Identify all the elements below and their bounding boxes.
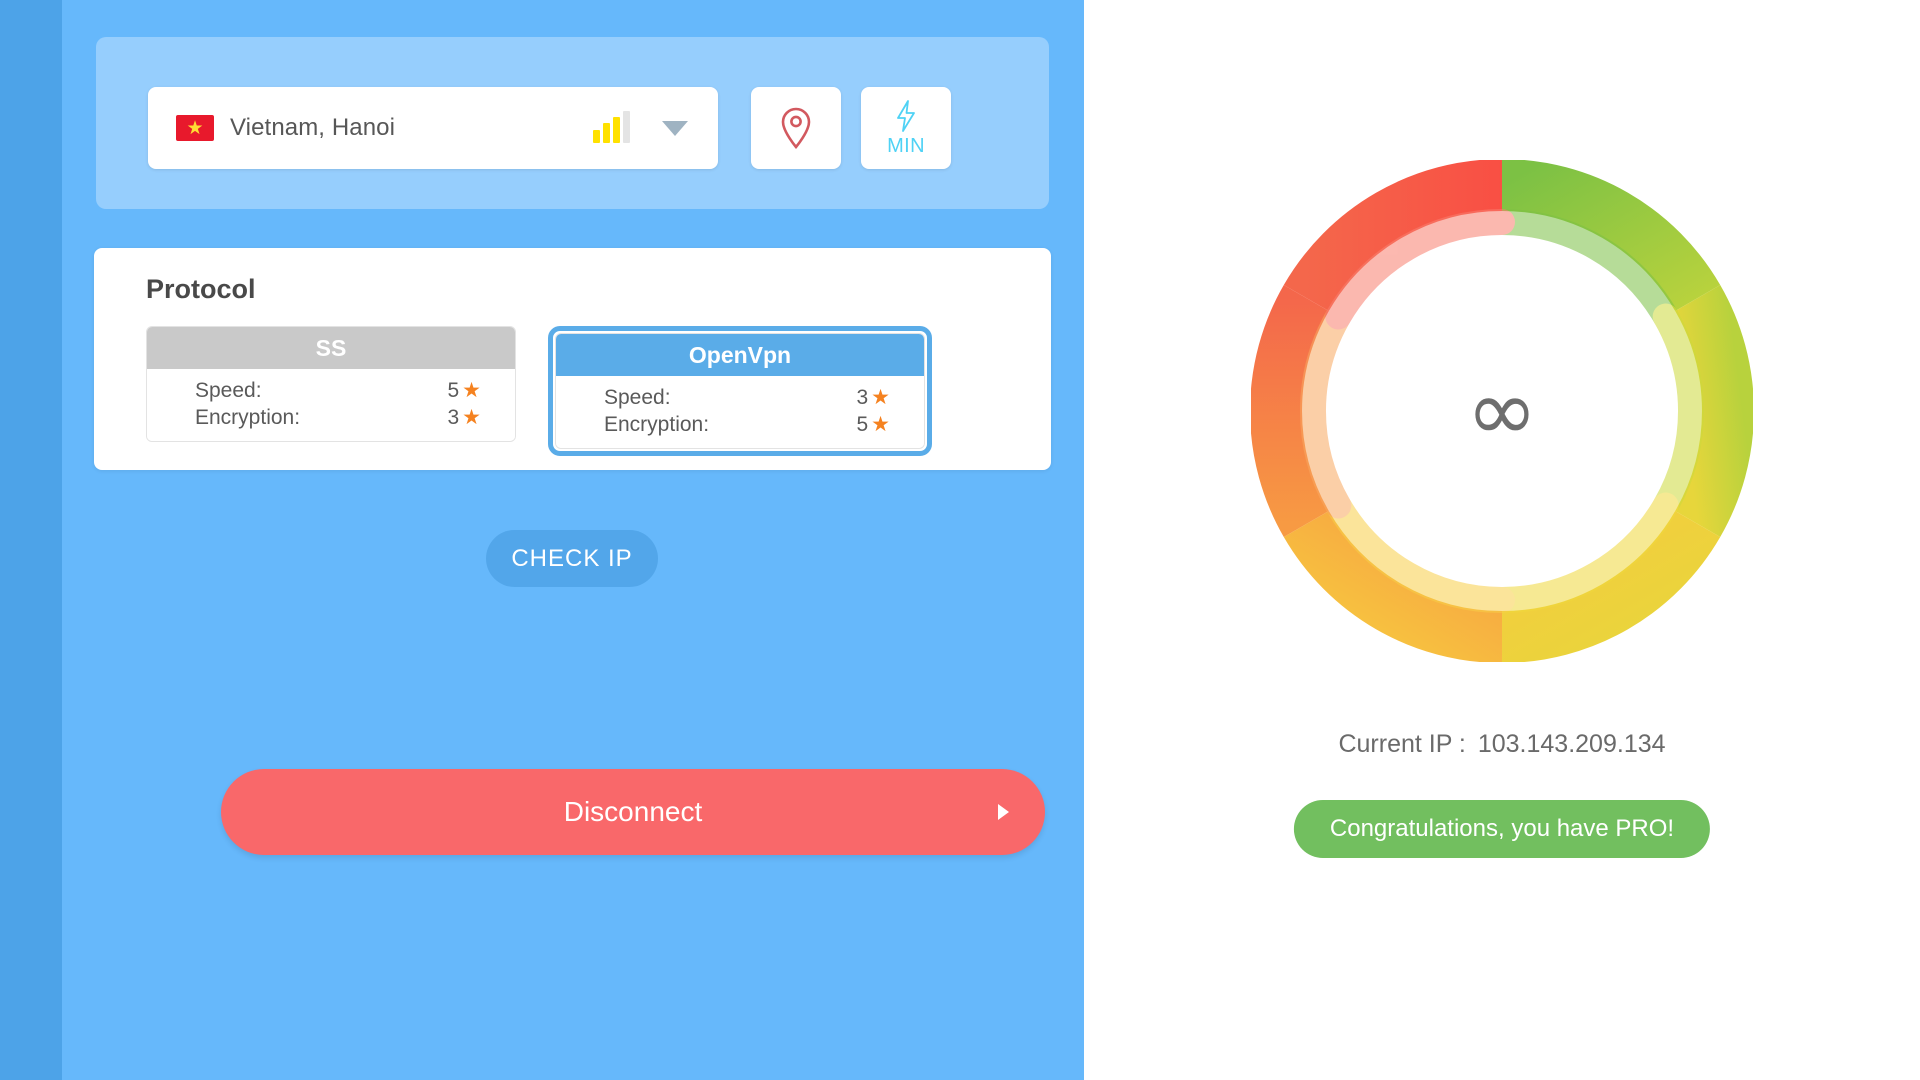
protocol-openvpn-speed-value: 3 [856,385,869,409]
star-icon: ★ [462,406,481,429]
status-panel: ∞ Current IP : 103.143.209.134 Congratula… [1084,0,1920,1080]
protocol-ss-name: SS [147,327,515,369]
protocol-card: Protocol SS Speed: 5 ★ Encryption: 3 ★ O… [94,248,1051,470]
protocol-title: Protocol [146,274,256,304]
protocol-option-openvpn[interactable]: OpenVpn Speed: 3 ★ Encryption: 5 ★ [548,326,932,456]
connection-gauge: ∞ [1251,160,1753,662]
protocol-option-ss[interactable]: SS Speed: 5 ★ Encryption: 3 ★ [146,326,516,456]
current-ip-value: 103.143.209.134 [1477,730,1666,758]
protocol-ss-speed-label: Speed: [195,378,262,402]
lightning-bolt-icon [897,99,915,132]
location-pin-icon [781,107,811,150]
location-pin-button[interactable] [751,87,841,169]
protocol-ss-encryption-value: 3 [447,405,460,429]
protocol-openvpn-speed-row: Speed: 3 ★ [556,384,924,411]
server-selector-card: ★ Vietnam, Hanoi MIN [96,37,1049,209]
min-label: MIN [887,134,925,157]
left-control-panel: ★ Vietnam, Hanoi MIN Protocol SS Speed: … [62,0,1084,1080]
protocol-ss-encryption-row: Encryption: 3 ★ [147,404,515,431]
star-icon: ★ [871,386,890,409]
protocol-ss-encryption-label: Encryption: [195,405,301,429]
protocol-ss-speed-value: 5 [447,378,460,402]
protocol-openvpn-name: OpenVpn [556,334,924,376]
server-dropdown[interactable]: ★ Vietnam, Hanoi [148,87,718,169]
infinity-icon: ∞ [1466,361,1538,461]
chevron-down-icon[interactable] [662,120,688,136]
pro-status-badge[interactable]: Congratulations, you have PRO! [1293,800,1711,858]
disconnect-button[interactable]: Disconnect [221,769,1045,855]
protocol-openvpn-encryption-row: Encryption: 5 ★ [556,411,924,438]
protocol-openvpn-encryption-value: 5 [856,412,869,436]
play-arrow-icon [998,804,1009,820]
vietnam-flag-icon: ★ [176,115,214,141]
star-icon: ★ [871,413,890,436]
left-rail [0,0,62,1080]
check-ip-button[interactable]: CHECK IP [486,530,658,587]
signal-strength-icon [593,111,630,143]
server-name-label: Vietnam, Hanoi [230,114,396,141]
min-speed-button[interactable]: MIN [861,87,951,169]
vpn-app-window: ★ Vietnam, Hanoi MIN Protocol SS Speed: … [0,0,1920,1080]
protocol-openvpn-encryption-label: Encryption: [604,412,710,436]
protocol-ss-speed-row: Speed: 5 ★ [147,377,515,404]
current-ip-row: Current IP : 103.143.209.134 [1084,730,1920,759]
protocol-openvpn-speed-label: Speed: [604,385,671,409]
protocol-options: SS Speed: 5 ★ Encryption: 3 ★ OpenVpn Sp… [146,326,932,456]
flag-star-glyph: ★ [186,117,204,139]
current-ip-label: Current IP : [1338,730,1466,758]
star-icon: ★ [462,379,481,402]
disconnect-label: Disconnect [563,796,703,827]
